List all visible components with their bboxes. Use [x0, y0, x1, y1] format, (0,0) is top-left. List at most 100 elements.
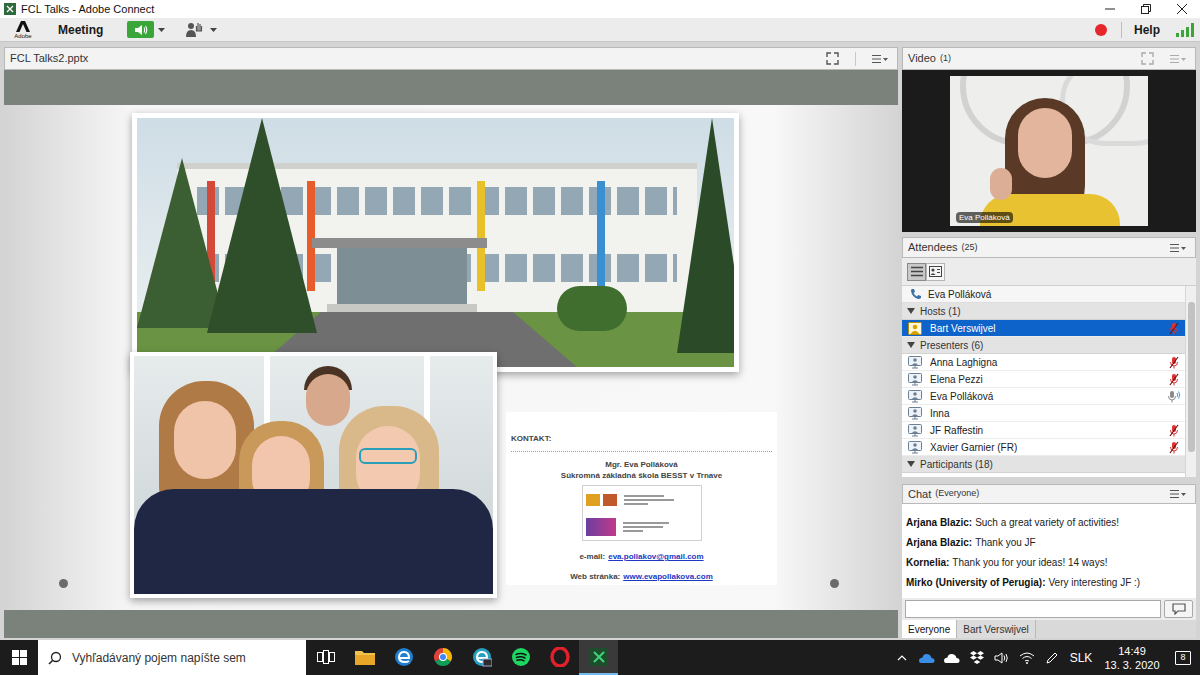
taskbar-app[interactable]: [501, 640, 540, 675]
speaker-button[interactable]: [127, 21, 154, 38]
host-icon: [908, 322, 922, 335]
search-icon: [48, 651, 62, 665]
video-pod-header: Video (1): [902, 47, 1196, 70]
webcam-button[interactable]: [182, 21, 206, 38]
notification-count: 8: [1180, 653, 1185, 662]
web-label: Web stránka:: [570, 571, 620, 582]
clock[interactable]: 14:49 13. 3. 2020: [1098, 644, 1166, 672]
taskbar-app[interactable]: [462, 640, 501, 675]
chevron-up-icon: [897, 655, 907, 661]
attendee-name: Eva Polláková: [930, 389, 993, 404]
chat-input[interactable]: [905, 600, 1161, 618]
taskbar-app[interactable]: [423, 640, 462, 675]
attendee-row[interactable]: Inna: [902, 405, 1185, 422]
email-label: e-mail:: [579, 551, 605, 562]
taskbar-app[interactable]: [384, 640, 423, 675]
taskbar-app[interactable]: [345, 640, 384, 675]
attendees-pod-title: Attendees: [908, 239, 958, 256]
attendee-scrollbar[interactable]: [1185, 286, 1196, 477]
school-photo: [132, 113, 739, 372]
fullscreen-icon[interactable]: [1141, 52, 1154, 65]
attendees-pod: Attendees (25) Eva PollákováHosts (1)Bar…: [902, 237, 1196, 477]
slide-nav-dot[interactable]: [59, 579, 68, 588]
collapse-icon: [907, 308, 915, 314]
slide-nav-dot[interactable]: [830, 579, 839, 588]
email-link[interactable]: eva.pollakov@gmail.com: [608, 551, 703, 562]
group-header[interactable]: Presenters (6): [902, 337, 1185, 354]
minimize-button[interactable]: [1092, 0, 1128, 18]
chat-scope: (Everyone): [935, 487, 979, 501]
group-header[interactable]: Participants (18): [902, 456, 1185, 473]
collapse-icon: [907, 461, 915, 467]
pod-menu-icon[interactable]: [872, 54, 888, 64]
speaker-dropdown[interactable]: [154, 21, 168, 38]
attendees-toolbar: [902, 258, 1196, 286]
dial-in-row[interactable]: Eva Polláková: [902, 286, 1185, 303]
cloud-icon: [943, 653, 960, 663]
presenter-icon: [908, 407, 922, 420]
close-button[interactable]: [1164, 0, 1200, 18]
title-bar: FCL Talks - Adobe Connect: [0, 0, 1200, 18]
taskbar-app[interactable]: [306, 640, 345, 675]
pod-menu-icon[interactable]: [1170, 489, 1186, 499]
presenter-icon: [908, 441, 922, 454]
attendee-row[interactable]: JF Raffestin: [902, 422, 1185, 439]
group-header[interactable]: Hosts (1): [902, 303, 1185, 320]
spotify-icon: [511, 647, 531, 667]
adobe-logo-text: Adobe: [14, 33, 31, 39]
tray-icon[interactable]: [1014, 652, 1039, 664]
attendees-pod-header: Attendees (25): [902, 237, 1196, 258]
video-pod-title: Video: [908, 50, 936, 67]
view-mode-button[interactable]: [907, 263, 926, 281]
attendee-row[interactable]: Eva Polláková: [902, 388, 1185, 405]
attendee-row[interactable]: Elena Pezzi: [902, 371, 1185, 388]
chat-author: Arjana Blazic:: [906, 517, 972, 528]
search-box[interactable]: Vyhľadávaný pojem napíšte sem: [38, 640, 306, 675]
chat-text: Thank you JF: [975, 537, 1036, 548]
web-link[interactable]: www.evapollakova.com: [623, 571, 713, 582]
connect-icon: [589, 647, 609, 667]
tray-icon[interactable]: [1039, 651, 1064, 665]
tray-icon[interactable]: [914, 653, 939, 663]
attendee-name: Elena Pezzi: [930, 372, 983, 387]
tray-icon[interactable]: [964, 651, 989, 664]
taskbar-app[interactable]: [579, 640, 618, 675]
collapse-icon: [907, 342, 915, 348]
start-button[interactable]: [0, 640, 38, 675]
microphone-muted-icon: [1167, 322, 1181, 335]
pod-menu-icon[interactable]: [1170, 243, 1186, 253]
recording-indicator[interactable]: [1095, 24, 1107, 36]
send-button[interactable]: [1164, 600, 1193, 618]
network-icon: [1019, 652, 1035, 664]
input-language[interactable]: SLK: [1064, 649, 1098, 667]
menu-item[interactable]: Meeting: [46, 21, 115, 39]
help-menu[interactable]: Help: [1134, 21, 1160, 39]
action-center[interactable]: 8: [1166, 651, 1200, 665]
chat-author: Mirko (University of Perugia):: [906, 577, 1045, 588]
chat-tab[interactable]: Everyone: [902, 620, 957, 638]
view-mode-button[interactable]: [926, 263, 945, 281]
taskview-icon: [317, 650, 335, 664]
explorer-icon: [355, 649, 375, 665]
window-title: FCL Talks - Adobe Connect: [21, 4, 154, 15]
show-hidden-icons[interactable]: [890, 655, 914, 661]
edgebeta-icon: [472, 647, 492, 667]
dropdown-icon: [210, 28, 217, 32]
pod-menu-icon[interactable]: [1170, 54, 1186, 64]
tray-icon[interactable]: [939, 653, 964, 663]
tray-icon[interactable]: [989, 652, 1014, 664]
taskbar-app[interactable]: [540, 640, 579, 675]
restore-button[interactable]: [1128, 0, 1164, 18]
dropdown-icon: [158, 28, 165, 32]
webcam-dropdown[interactable]: [206, 21, 220, 38]
attendee-row[interactable]: Xavier Garnier (FR): [902, 439, 1185, 456]
fullscreen-icon[interactable]: [826, 52, 839, 65]
contact-box: KONTAKT: Mgr. Eva Polláková Súkromná zák…: [506, 412, 777, 585]
attendee-row[interactable]: Anna Laghigna: [902, 354, 1185, 371]
dial-in-name: Eva Polláková: [928, 287, 991, 302]
school-logo: [582, 485, 702, 541]
notification-icon: 8: [1175, 651, 1191, 665]
chat-tab[interactable]: Bart Verswijvel: [957, 620, 1036, 638]
chat-message: Mirko (University of Perugia):Very inter…: [906, 573, 1192, 593]
attendee-row[interactable]: Bart Verswijvel: [902, 320, 1185, 337]
